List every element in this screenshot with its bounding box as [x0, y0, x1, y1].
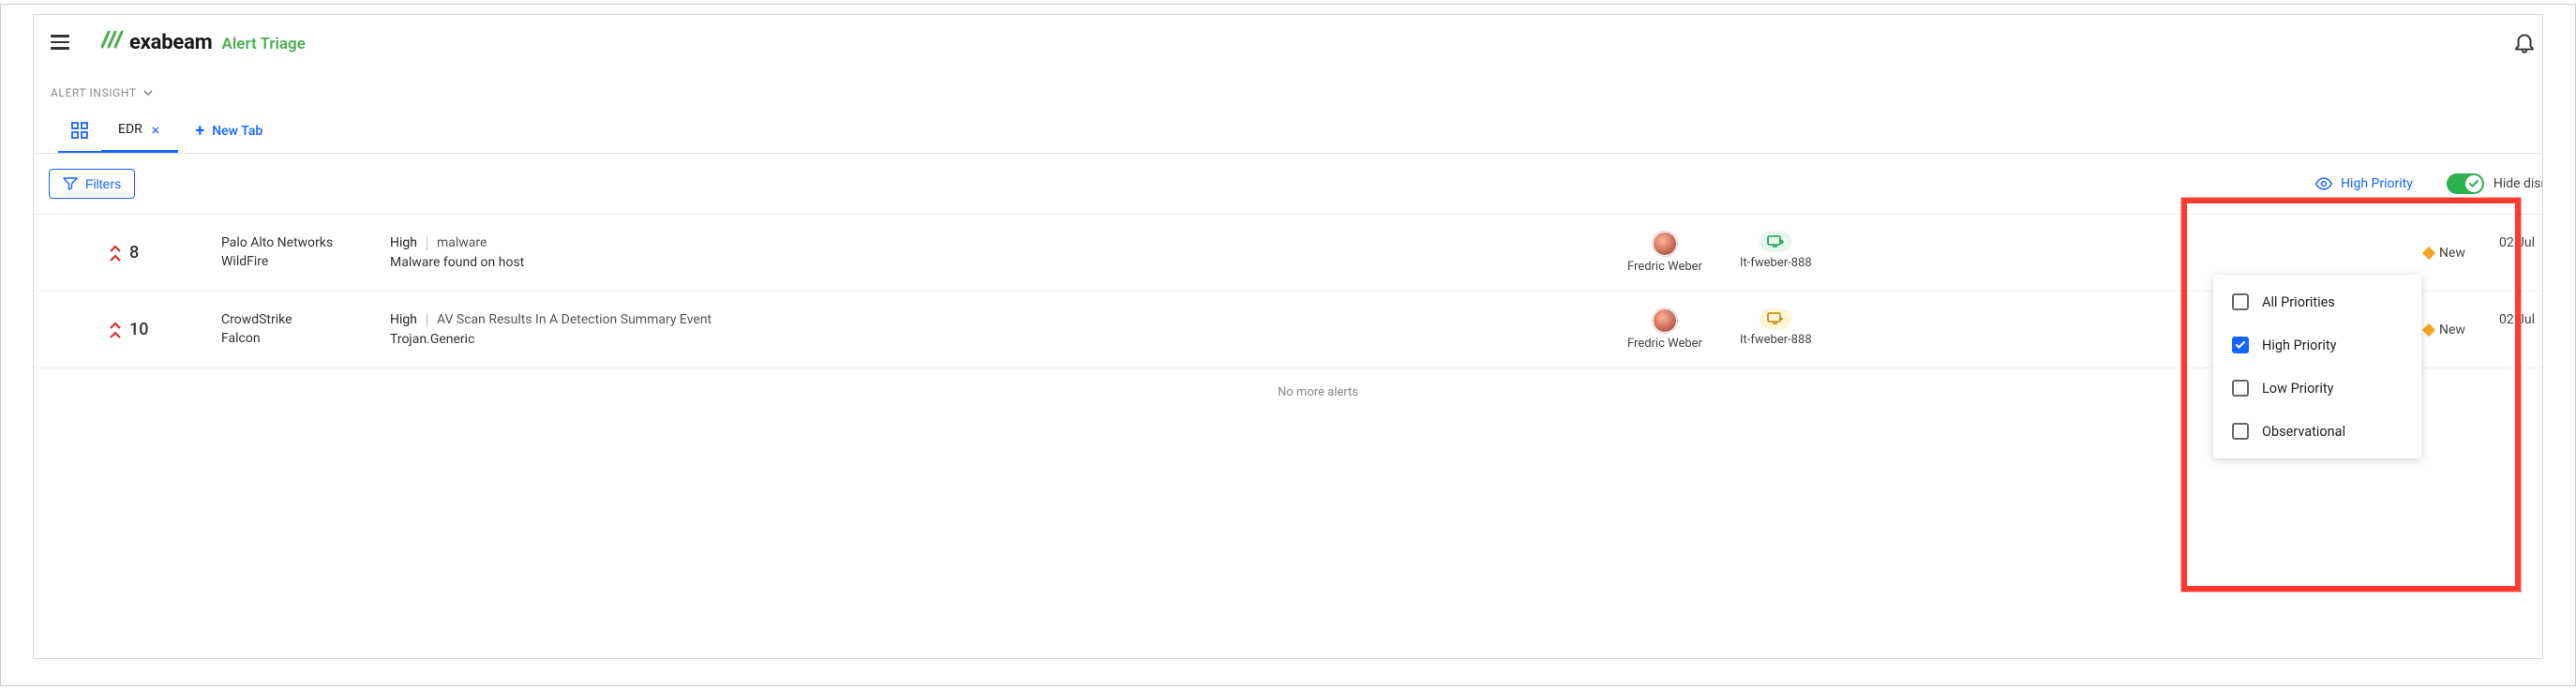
chevron-down-icon — [142, 87, 154, 98]
hide-dismissed-toggle[interactable] — [2447, 173, 2484, 194]
alert-source-vendor: Palo Alto Networks — [221, 234, 390, 253]
brand-product: Alert Triage — [222, 35, 306, 53]
funnel-icon — [63, 176, 78, 191]
plus-icon: + — [195, 121, 204, 141]
breadcrumb[interactable]: ALERT INSIGHT — [34, 69, 2543, 109]
status-dot-icon — [2422, 322, 2435, 336]
alert-date: 02 Jul — [2499, 310, 2543, 330]
breadcrumb-label: ALERT INSIGHT — [51, 86, 137, 99]
priority-option-low[interactable]: Low Priority — [2213, 367, 2421, 410]
tab-grid-view[interactable] — [58, 109, 101, 153]
checkbox-icon — [2232, 380, 2249, 397]
alert-source-product: WildFire — [221, 253, 390, 272]
brand: exabeam Alert Triage — [101, 30, 306, 54]
priority-option-label: All Priorities — [2262, 294, 2335, 310]
checkbox-icon — [2232, 293, 2249, 310]
status-dot-icon — [2422, 246, 2435, 259]
alert-severity: High — [390, 233, 417, 253]
entity-user: Fredric Weber — [1627, 260, 1702, 274]
hamburger-menu[interactable] — [51, 29, 77, 55]
priority-filter-label: High Priority — [2341, 176, 2413, 191]
entity-device: It-fweber-888 — [1740, 333, 1812, 347]
alert-time: 11 — [2499, 330, 2543, 350]
brand-logo-icon — [101, 30, 124, 49]
priority-option-label: High Priority — [2262, 338, 2337, 353]
alert-date: 02 Jul — [2499, 233, 2543, 253]
alert-source-vendor: CrowdStrike — [221, 311, 390, 330]
alert-time: 14: — [2499, 253, 2543, 273]
hide-dismissed-control: Hide dismissed — [2447, 173, 2543, 194]
priority-option-high[interactable]: High Priority — [2213, 323, 2421, 367]
grid-icon — [71, 122, 88, 139]
priority-option-observational[interactable]: Observational — [2213, 410, 2421, 453]
priority-option-all[interactable]: All Priorities — [2213, 280, 2421, 323]
priority-menu: All Priorities High Priority Low Priorit… — [2213, 275, 2421, 458]
alert-row[interactable]: 10 CrowdStrike Falcon High AV Scan Resul… — [34, 292, 2543, 368]
avatar[interactable] — [1653, 232, 1677, 256]
alert-status: New — [2439, 322, 2465, 338]
eye-icon — [2314, 174, 2333, 193]
alert-score: 10 — [129, 320, 148, 339]
check-icon — [2468, 178, 2479, 189]
alert-score: 8 — [129, 243, 139, 262]
severity-up-icon — [109, 244, 122, 262]
severity-up-icon — [109, 321, 122, 339]
tab-new-label: New Tab — [212, 124, 262, 139]
hide-dismissed-label: Hide dismissed — [2494, 176, 2543, 191]
tab-edr[interactable]: EDR × — [101, 109, 178, 153]
checkbox-icon — [2232, 423, 2249, 440]
checkbox-checked-icon — [2232, 337, 2249, 353]
entity-user: Fredric Weber — [1627, 337, 1702, 351]
alert-category: AV Scan Results In A Detection Summary E… — [437, 310, 711, 330]
entity-device: It-fweber-888 — [1740, 256, 1812, 270]
priority-filter-dropdown[interactable]: High Priority — [2314, 174, 2413, 193]
device-icon[interactable] — [1760, 232, 1791, 252]
filters-label: Filters — [85, 176, 121, 191]
alert-status: New — [2439, 246, 2465, 261]
brand-name: exabeam — [129, 31, 213, 54]
alert-title: Malware found on host — [390, 253, 1627, 273]
avatar[interactable] — [1653, 308, 1677, 333]
alert-source-product: Falcon — [221, 330, 390, 349]
alert-severity: High — [390, 310, 417, 330]
alert-title: Trojan.Generic — [390, 330, 1627, 350]
alert-category: malware — [437, 233, 487, 253]
tab-label: EDR — [118, 122, 142, 137]
no-more-alerts: No more alerts — [34, 368, 2543, 416]
filters-button[interactable]: Filters — [49, 169, 135, 199]
priority-option-label: Observational — [2262, 424, 2345, 440]
priority-option-label: Low Priority — [2262, 381, 2333, 397]
device-icon[interactable] — [1760, 308, 1791, 329]
notifications-icon[interactable] — [2512, 30, 2537, 54]
close-icon[interactable]: × — [150, 121, 162, 139]
alert-row[interactable]: 8 Palo Alto Networks WildFire High malwa… — [34, 215, 2543, 292]
tab-new[interactable]: + New Tab — [178, 109, 279, 153]
tab-strip: EDR × + New Tab — [34, 109, 2543, 154]
